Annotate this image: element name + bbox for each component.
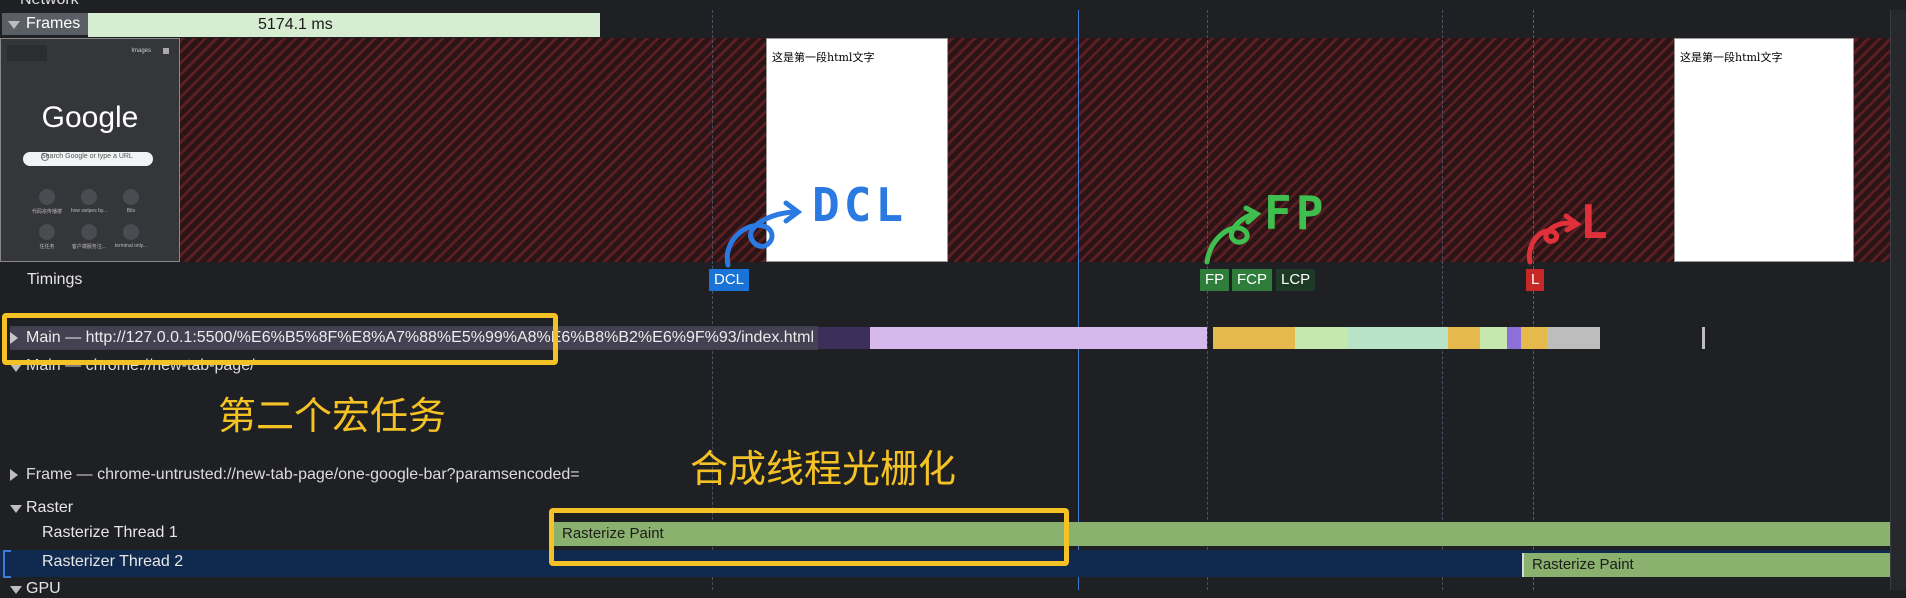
handwritten-fp-label: FP: [1264, 186, 1328, 240]
handwritten-arrows: [724, 200, 1582, 268]
handwritten-dcl-label: DCL: [812, 178, 908, 232]
handwritten-load-label: L: [1580, 195, 1612, 249]
